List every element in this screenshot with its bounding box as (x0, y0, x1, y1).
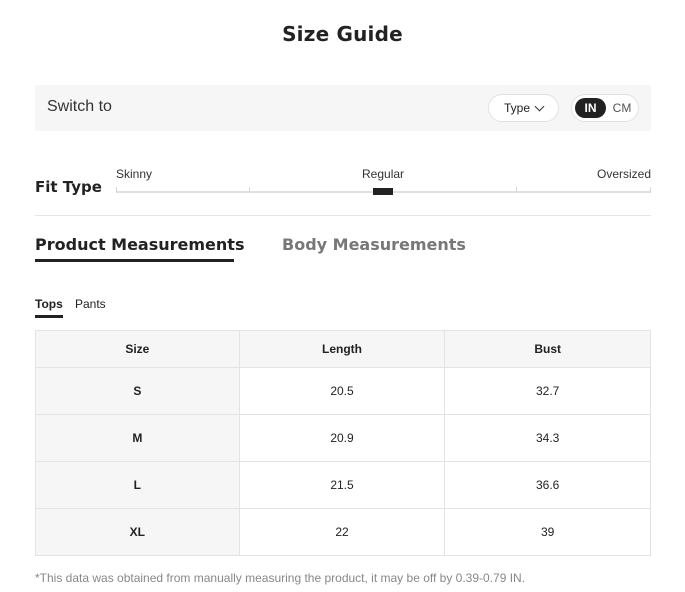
bust-cell: 39 (444, 508, 651, 556)
switch-to-label: Switch to (47, 98, 112, 115)
bust-cell: 36.6 (444, 461, 651, 509)
length-cell: 21.5 (238, 461, 446, 509)
active-subtab-underline (35, 315, 63, 318)
fit-scale-tick (650, 187, 651, 193)
table-row: M 20.9 34.3 (35, 414, 651, 462)
length-cell: 22 (238, 508, 446, 556)
size-table: Size Length Bust S 20.5 32.7 M 20.9 34.3… (35, 330, 651, 556)
bust-cell: 32.7 (444, 367, 651, 415)
measurement-footnote: *This data was obtained from manually me… (35, 571, 526, 585)
unit-switch-bar: Switch to Type IN CM (35, 85, 651, 131)
bust-cell: 34.3 (444, 414, 651, 462)
tab-pants[interactable]: Pants (75, 297, 106, 311)
header-length: Length (238, 330, 446, 368)
tab-body-measurements[interactable]: Body Measurements (282, 235, 466, 254)
fit-option-skinny: Skinny (116, 167, 153, 181)
tab-product-measurements[interactable]: Product Measurements (35, 235, 244, 254)
section-divider (35, 215, 651, 216)
header-bust: Bust (444, 330, 651, 368)
fit-scale-tick (116, 187, 117, 193)
table-row: XL 22 39 (35, 508, 651, 556)
fit-option-oversized: Oversized (597, 167, 652, 181)
fit-type-label: Fit Type (35, 178, 102, 196)
page-title: Size Guide (282, 22, 403, 46)
length-cell: 20.5 (238, 367, 446, 415)
fit-scale-tick (516, 187, 517, 193)
table-row: L 21.5 36.6 (35, 461, 651, 509)
chevron-down-icon (534, 101, 545, 111)
size-cell: XL (35, 508, 240, 556)
header-size: Size (35, 330, 240, 368)
active-tab-underline (35, 259, 234, 262)
type-dropdown-button[interactable]: Type (488, 94, 559, 122)
unit-toggle: IN CM (571, 94, 639, 122)
table-row: S 20.5 32.7 (35, 367, 651, 415)
unit-cm-button[interactable]: CM (608, 98, 636, 118)
size-cell: L (35, 461, 240, 509)
type-button-label: Type (503, 101, 530, 115)
fit-scale-marker (373, 188, 393, 195)
size-cell: S (35, 367, 240, 415)
unit-in-button[interactable]: IN (575, 98, 606, 118)
fit-scale-tick (249, 187, 250, 193)
tab-tops[interactable]: Tops (35, 297, 63, 311)
fit-option-regular: Regular (362, 167, 405, 181)
length-cell: 20.9 (238, 414, 446, 462)
size-cell: M (35, 414, 240, 462)
table-header-row: Size Length Bust (35, 330, 651, 368)
